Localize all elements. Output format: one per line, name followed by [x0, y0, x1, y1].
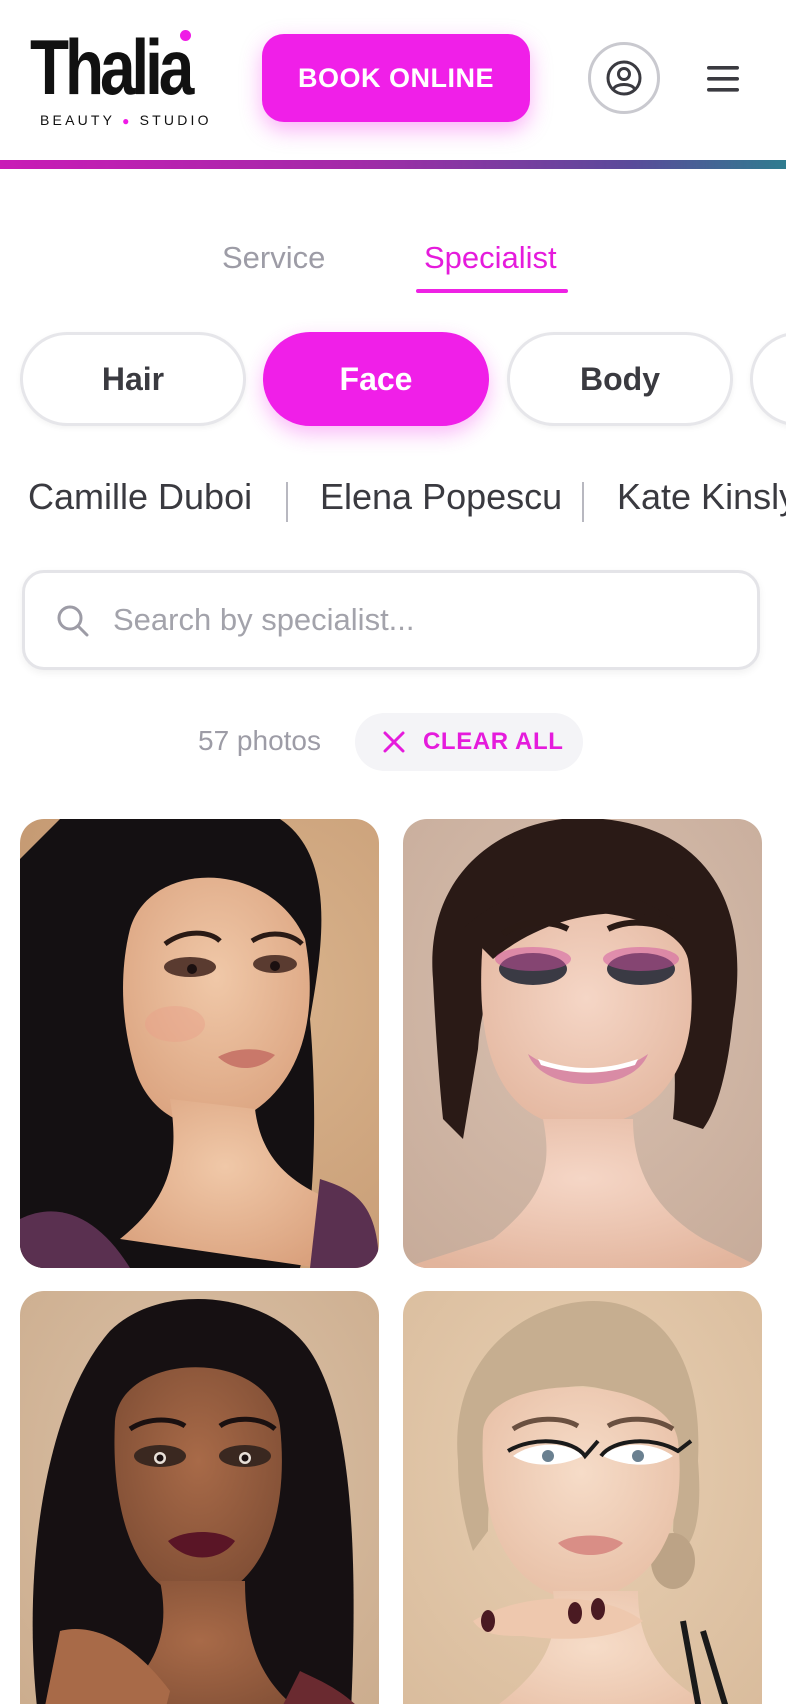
- menu-button[interactable]: [700, 56, 746, 102]
- gallery-photo[interactable]: [20, 819, 379, 1268]
- specialist-item[interactable]: Camille Duboi: [28, 476, 252, 518]
- tagline-right: STUDIO: [139, 112, 212, 128]
- clear-all-button[interactable]: CLEAR ALL: [355, 713, 583, 771]
- clear-all-label: CLEAR ALL: [423, 728, 564, 755]
- divider: [582, 482, 584, 522]
- tagline-left: BEAUTY: [40, 112, 115, 128]
- category-chips: Hair Face Body: [0, 330, 786, 430]
- tab-service[interactable]: Service: [222, 240, 325, 276]
- tab-specialist[interactable]: Specialist: [424, 240, 557, 276]
- close-icon: [383, 731, 405, 753]
- hamburger-menu-icon: [707, 66, 739, 92]
- specialist-list: Camille Duboi Elena Popescu Kate Kinsly: [0, 470, 786, 530]
- chip-body[interactable]: Body: [507, 332, 733, 426]
- portrait-image: [20, 1291, 379, 1704]
- brand-tagline: BEAUTY ● STUDIO: [40, 112, 212, 128]
- search-box: [22, 570, 760, 670]
- specialist-item[interactable]: Kate Kinsly: [617, 476, 786, 518]
- gallery-photo[interactable]: [403, 819, 762, 1268]
- user-circle-icon: [606, 60, 642, 96]
- gallery-photo[interactable]: [20, 1291, 379, 1704]
- header-gradient-bar: [0, 160, 786, 169]
- tagline-dot: ●: [122, 114, 133, 128]
- chip-more[interactable]: [750, 332, 786, 426]
- photo-count: 57 photos: [198, 725, 321, 756]
- book-online-button[interactable]: BOOK ONLINE: [262, 34, 530, 122]
- logo-dot: [180, 30, 191, 41]
- portrait-image: [403, 1291, 762, 1704]
- chip-hair[interactable]: Hair: [20, 332, 246, 426]
- portrait-image: [403, 819, 762, 1268]
- page: Thalia BEAUTY ● STUDIO BOOK ONLINE Servi…: [0, 0, 786, 1704]
- brand-name: Thalia: [30, 23, 194, 111]
- gallery-photo[interactable]: [403, 1291, 762, 1704]
- header: Thalia BEAUTY ● STUDIO BOOK ONLINE: [0, 0, 786, 160]
- portrait-image: [20, 819, 379, 1268]
- account-button[interactable]: [588, 42, 660, 114]
- chip-face[interactable]: Face: [263, 332, 489, 426]
- specialist-item[interactable]: Elena Popescu: [320, 476, 562, 518]
- active-tab-indicator: [416, 289, 568, 293]
- search-input[interactable]: [113, 593, 713, 647]
- filter-tabs: Service Specialist: [0, 230, 786, 300]
- search-icon: [57, 605, 89, 637]
- divider: [286, 482, 288, 522]
- brand-logo[interactable]: Thalia BEAUTY ● STUDIO: [30, 22, 208, 132]
